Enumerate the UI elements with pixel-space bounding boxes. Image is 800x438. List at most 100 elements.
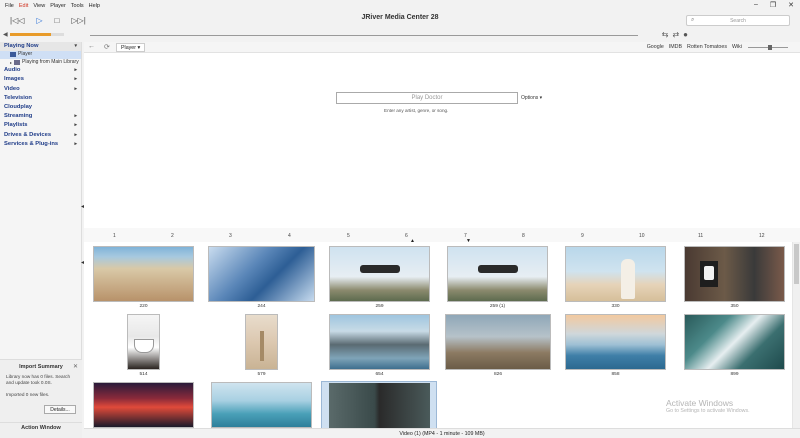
- chevron-right-icon: ▸: [74, 67, 77, 74]
- aerial-road-image: [329, 383, 430, 428]
- playback-mode-controls: ⇆ ⇄ ●: [662, 30, 688, 39]
- tab-player[interactable]: Player ▾: [116, 43, 146, 52]
- coffee-cup-image[interactable]: [127, 314, 160, 370]
- stop-after-icon[interactable]: ●: [683, 30, 688, 39]
- menu-tools[interactable]: Tools: [71, 3, 84, 9]
- seek-bar[interactable]: [90, 35, 638, 36]
- view-toolbar: ← ⟳ Player ▾ Google IMDB Rotten Tomatoes…: [84, 42, 800, 53]
- beach-shells-image[interactable]: [93, 246, 194, 302]
- sidebar-item-images[interactable]: Images ▸: [0, 75, 81, 84]
- drone-shape: [360, 265, 400, 273]
- red-sky-image[interactable]: [93, 382, 194, 428]
- sidebar-sub-playing-from-library[interactable]: ▸ Playing from Main Library: [0, 59, 81, 67]
- chevron-right-icon: ▸: [74, 85, 77, 92]
- menu-edit[interactable]: Edit: [19, 3, 28, 9]
- sidebar-item-playing-now[interactable]: Playing Now ▾: [0, 42, 81, 52]
- scrollbar-thumb[interactable]: [794, 244, 799, 284]
- vertical-scrollbar[interactable]: [792, 242, 800, 428]
- repeat-icon[interactable]: ⇆: [662, 30, 669, 39]
- menu-help[interactable]: Help: [89, 3, 100, 9]
- crosswalk-signal-image[interactable]: [684, 246, 785, 302]
- link-google[interactable]: Google: [647, 44, 664, 50]
- thumbnail-caption: 259: [375, 304, 384, 309]
- drone-image[interactable]: [447, 246, 548, 302]
- sidebar-item-video[interactable]: Video ▸: [0, 85, 81, 94]
- mountain-lake-image[interactable]: [329, 314, 430, 370]
- chevron-right-icon: ▸: [74, 140, 77, 147]
- play-doctor-hint: Enter any artist, genre, or song.: [384, 108, 449, 113]
- drone-image[interactable]: [329, 246, 430, 302]
- volume-slider[interactable]: [10, 33, 64, 36]
- minimize-icon[interactable]: –: [754, 1, 758, 9]
- sidebar-item-cloudplay[interactable]: Cloudplay: [0, 103, 81, 112]
- sidebar-item-label: Television: [4, 94, 32, 101]
- selected-thumbnail-highlight[interactable]: [321, 381, 437, 428]
- timeline-tick: 8: [522, 233, 525, 239]
- sidebar-item-television[interactable]: Television: [0, 94, 81, 103]
- thumbnail-caption: 514: [139, 372, 148, 377]
- sidebar-item-playlists[interactable]: Playlists ▸: [0, 121, 81, 130]
- app-window: File Edit View Player Tools Help – ❐ ✕ J…: [0, 0, 800, 438]
- close-icon[interactable]: ✕: [788, 1, 794, 9]
- zoom-knob[interactable]: [768, 45, 772, 50]
- sunset-sea-image[interactable]: [565, 314, 666, 370]
- snowy-forest-image[interactable]: [208, 246, 315, 302]
- cup-shape: [134, 339, 154, 353]
- zoom-slider[interactable]: [748, 45, 788, 50]
- sidebar-item-drives-devices[interactable]: Drives & Devices ▸: [0, 131, 81, 140]
- next-track-icon[interactable]: ▷▷|: [71, 16, 85, 25]
- action-window-title[interactable]: Action Window: [0, 422, 82, 431]
- sidebar-item-label: Streaming: [4, 113, 33, 120]
- details-button[interactable]: Details...: [44, 405, 76, 414]
- drone-shape: [478, 265, 518, 273]
- link-imdb[interactable]: IMDB: [669, 44, 682, 50]
- aerial-waves-image[interactable]: [684, 314, 785, 370]
- hiker-cliff-image[interactable]: [445, 314, 551, 370]
- sidebar-item-services-plugins[interactable]: Services & Plug-ins ▸: [0, 140, 81, 149]
- maximize-icon[interactable]: ❐: [770, 1, 776, 9]
- stop-icon[interactable]: □: [55, 16, 60, 25]
- previous-track-icon[interactable]: |◁◁: [10, 16, 24, 25]
- search-placeholder: Search: [730, 17, 746, 24]
- sidebar-item-audio[interactable]: Audio ▸: [0, 66, 81, 75]
- speaker-icon[interactable]: ◀: [3, 31, 8, 38]
- menu-view[interactable]: View: [33, 3, 45, 9]
- menu-file[interactable]: File: [5, 3, 14, 9]
- sidebar-item-streaming[interactable]: Streaming ▸: [0, 112, 81, 121]
- thumbnail-caption: 350: [730, 304, 739, 309]
- play-icon[interactable]: ▷: [36, 16, 42, 25]
- search-icon: ⌕: [691, 17, 695, 23]
- people-beach-image[interactable]: [565, 246, 666, 302]
- options-dropdown[interactable]: Options ▾: [521, 95, 542, 101]
- link-wiki[interactable]: Wiki: [732, 44, 742, 50]
- sidebar-sub-player[interactable]: Player: [0, 51, 81, 59]
- shuffle-icon[interactable]: ⇄: [672, 30, 679, 39]
- sidebar-item-label: Services & Plug-ins: [4, 140, 59, 147]
- back-icon[interactable]: ←: [88, 43, 95, 50]
- dried-flowers-image[interactable]: [245, 314, 278, 370]
- thumbnail-caption: 899: [730, 372, 739, 377]
- menu-player[interactable]: Player: [50, 3, 66, 9]
- close-icon[interactable]: ✕: [73, 363, 78, 370]
- link-rotten-tomatoes[interactable]: Rotten Tomatoes: [687, 44, 727, 50]
- thumbnail-caption: 330: [611, 304, 620, 309]
- timeline-tick: 10: [639, 233, 645, 239]
- sidebar-item-label: Playlists: [4, 122, 28, 129]
- play-doctor-input[interactable]: Play Doctor: [336, 92, 518, 104]
- refresh-icon[interactable]: ⟳: [104, 43, 110, 51]
- timeline-tick: 3: [229, 233, 232, 239]
- activation-watermark: Activate Windows Go to Settings to activ…: [666, 398, 750, 414]
- ocean-horizon-image[interactable]: [211, 382, 312, 428]
- person-shape: [621, 259, 635, 299]
- timeline-tick: 5: [347, 233, 350, 239]
- timeline-ruler[interactable]: 1 2 3 4 5 6 7 8 9 10 11 12 ▲ ▼: [84, 228, 800, 244]
- search-input[interactable]: ⌕ Search: [686, 15, 790, 26]
- import-summary-text: Library now has 0 files. Search and upda…: [6, 374, 71, 385]
- thumbnail-caption: 579: [257, 372, 266, 377]
- timeline-tick: 4: [288, 233, 291, 239]
- chevron-right-icon: ▸: [74, 113, 77, 120]
- player-panel: Play Doctor Options ▾ Enter any artist, …: [84, 53, 800, 228]
- sidebar-item-label: Drives & Devices: [4, 131, 52, 138]
- timeline-tick: 2: [171, 233, 174, 239]
- thumbnail-caption: 244: [257, 304, 266, 309]
